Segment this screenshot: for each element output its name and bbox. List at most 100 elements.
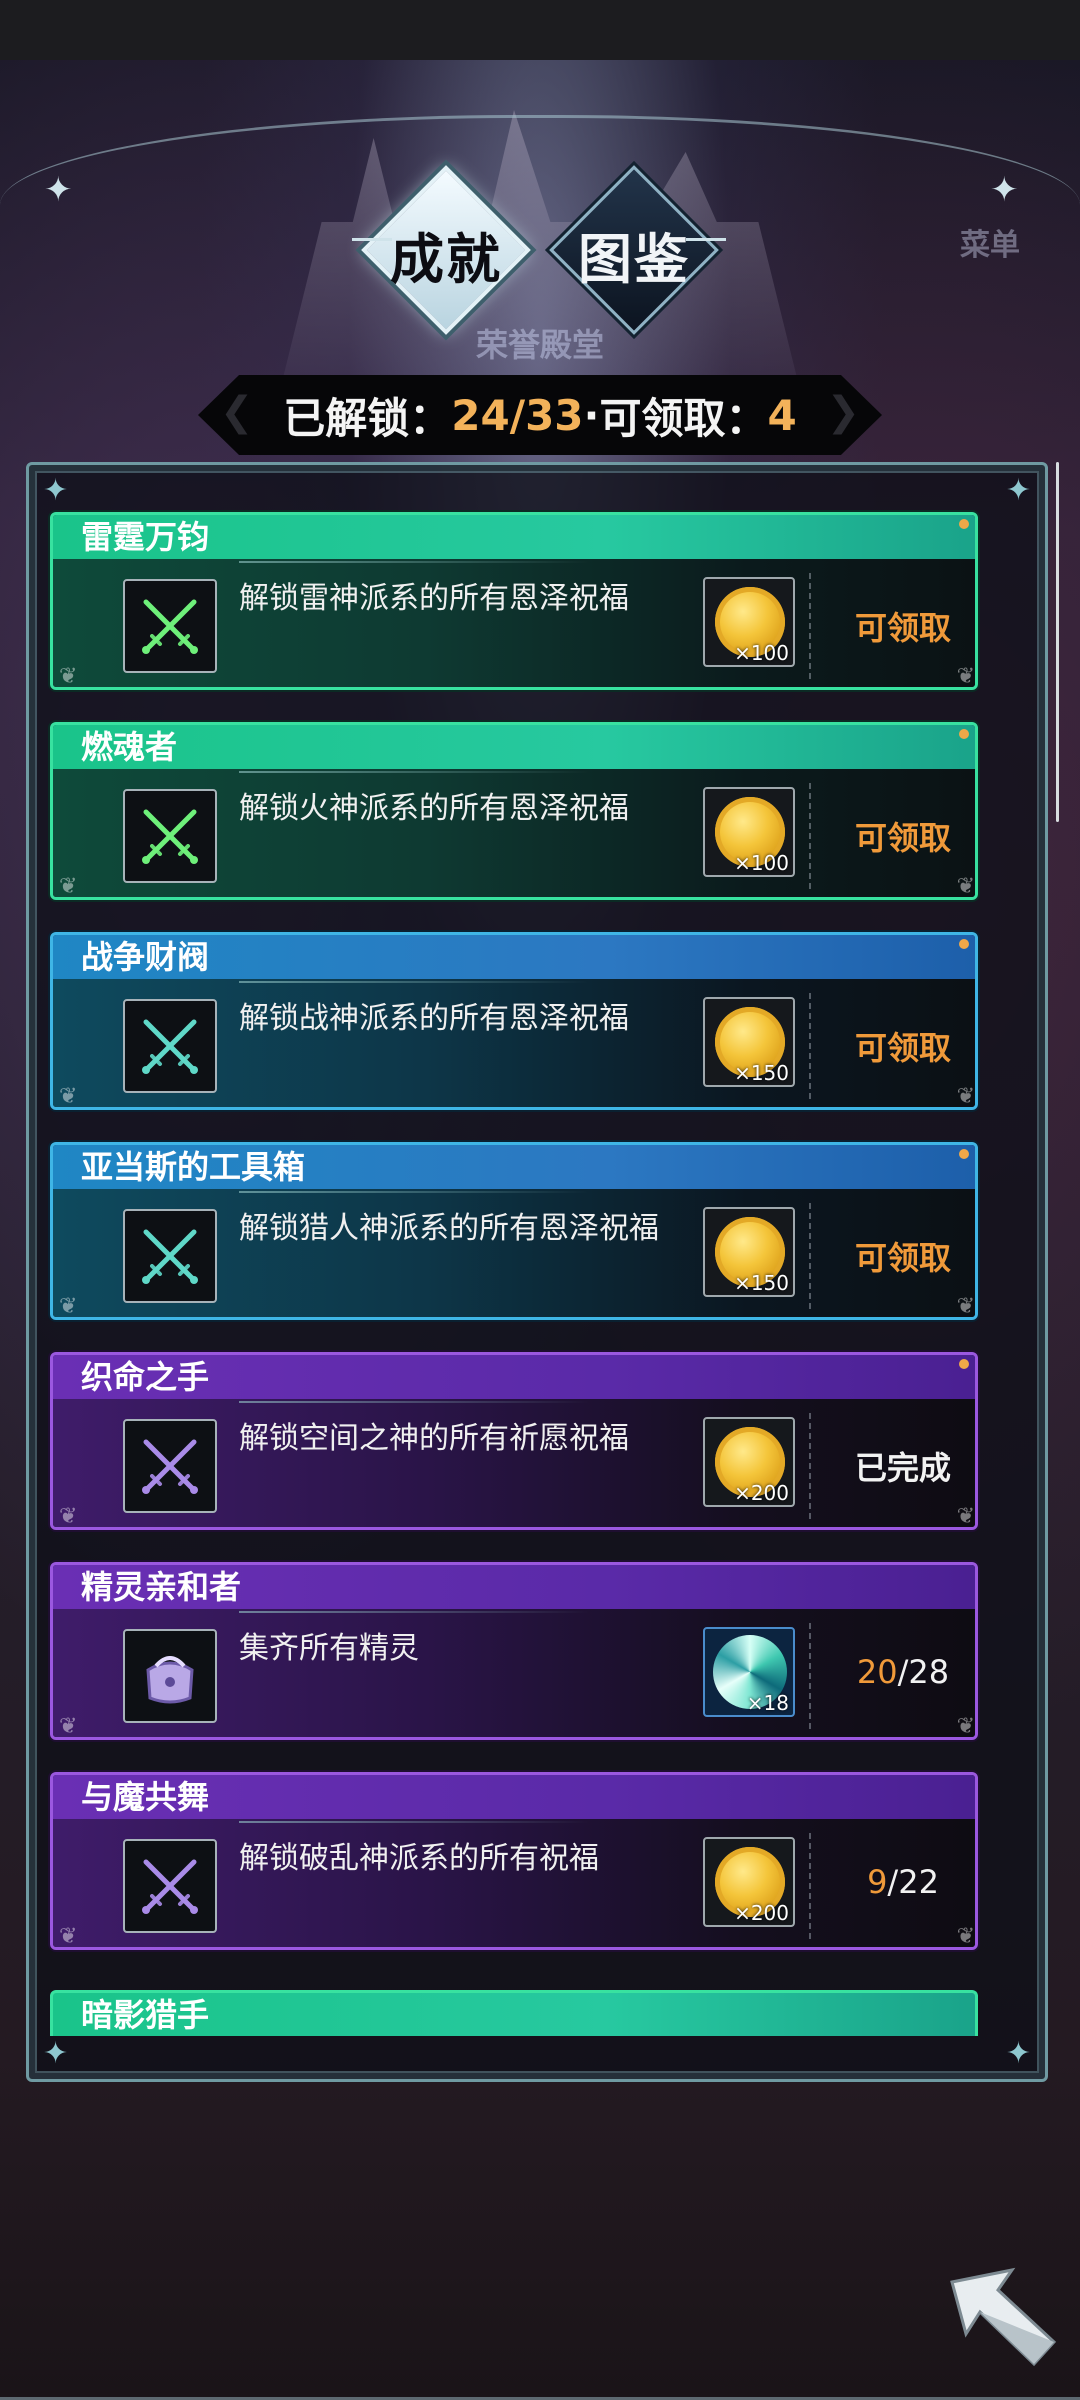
achievement-body: 集齐所有精灵 ×18 20/28 ❦ ❦ (53, 1609, 975, 1739)
achievement-description: 解锁空间之神的所有祈愿祝福 (239, 1421, 629, 1456)
tab-achievements[interactable]: 成就 (366, 215, 526, 294)
notification-dot (959, 519, 969, 529)
achievement-card[interactable]: 与魔共舞 解锁破乱神派系的所有祝福 ×200 9/22 ❦ ❦ (50, 1772, 978, 1950)
crossed-swords-icon (123, 999, 217, 1093)
achievement-body: 解锁破乱神派系的所有祝福 ×200 9/22 ❦ ❦ (53, 1819, 975, 1949)
achievement-title: 织命之手 (53, 1355, 975, 1399)
chevron-left-icon: ❮ (220, 389, 254, 435)
menu-label[interactable]: 菜单 (960, 220, 1020, 264)
card-corner-ornament-icon: ❦ (59, 664, 78, 689)
reward-item[interactable]: ×150 (703, 997, 795, 1087)
achievement-title: 战争财阀 (53, 935, 975, 979)
card-corner-ornament-icon: ❦ (59, 1714, 78, 1739)
reward-quantity: ×150 (734, 1271, 789, 1295)
achievement-title: 暗影猎手 (81, 1996, 210, 2034)
notification-dot (959, 729, 969, 739)
achievement-title: 与魔共舞 (53, 1775, 975, 1819)
achievement-card-partial[interactable]: 暗影猎手 (50, 1990, 978, 2036)
claimable-count: 4 (767, 390, 797, 440)
card-corner-ornament-icon: ❦ (59, 1924, 78, 1949)
counter-dot: · (583, 390, 600, 440)
claim-button[interactable]: 可领取 (843, 1233, 963, 1279)
ornament-star-icon: ✦ (990, 170, 1019, 210)
dashed-divider (809, 1623, 811, 1729)
reward-item[interactable]: ×200 (703, 1837, 795, 1927)
card-corner-ornament-icon: ❦ (59, 874, 78, 899)
card-corner-ornament-icon: ❦ (956, 1714, 975, 1739)
dashed-divider (809, 1833, 811, 1939)
dashed-divider (809, 573, 811, 679)
reward-item[interactable]: ×200 (703, 1417, 795, 1507)
achievement-body: 解锁战神派系的所有恩泽祝福 ×150 可领取 ❦ ❦ (53, 979, 975, 1109)
scrollbar[interactable] (1056, 462, 1059, 822)
reward-item[interactable]: ×100 (703, 787, 795, 877)
dashed-divider (809, 1413, 811, 1519)
hall-of-honor-label: 荣誉殿堂 (475, 326, 604, 364)
unlocked-count: 24 (451, 390, 510, 440)
achievement-title: 亚当斯的工具箱 (53, 1145, 975, 1189)
achievement-title: 精灵亲和者 (53, 1565, 975, 1609)
card-corner-ornament-icon: ❦ (59, 1294, 78, 1319)
unlocked-label: 已解锁： (283, 393, 452, 443)
ornament-star-icon: ✦ (44, 170, 73, 210)
desc-underline (239, 1401, 589, 1403)
progress-total: /28 (897, 1653, 950, 1691)
achievement-card[interactable]: 织命之手 解锁空间之神的所有祈愿祝福 ×200 已完成 ❦ ❦ (50, 1352, 978, 1530)
card-corner-ornament-icon: ❦ (956, 874, 975, 899)
progress-total: /22 (887, 1863, 939, 1901)
status-bar (0, 0, 1080, 60)
panel-corner-star-icon: ✦ (1005, 473, 1031, 508)
status-completed: 已完成 (854, 1449, 951, 1487)
desc-underline (239, 981, 589, 983)
reward-quantity: ×18 (746, 1691, 789, 1715)
reward-item[interactable]: ×150 (703, 1207, 795, 1297)
claim-button[interactable]: 可领取 (843, 1023, 963, 1069)
achievement-card[interactable]: 精灵亲和者 集齐所有精灵 ×18 20/28 ❦ ❦ (50, 1562, 978, 1740)
card-corner-ornament-icon: ❦ (956, 1504, 975, 1529)
achievement-card[interactable]: 亚当斯的工具箱 解锁猎人神派系的所有恩泽祝福 ×150 可领取 ❦ ❦ (50, 1142, 978, 1320)
bottom-frame-ornament (0, 2290, 1080, 2400)
back-arrow-icon[interactable] (942, 2262, 1062, 2372)
panel-corner-star-icon: ✦ (43, 2036, 69, 2071)
reward-quantity: ×150 (734, 1061, 789, 1085)
progress-current: 9 (867, 1863, 888, 1901)
tab-codex[interactable]: 图鉴 (554, 215, 714, 294)
dashed-divider (809, 1203, 811, 1309)
card-corner-ornament-icon: ❦ (956, 1084, 975, 1109)
desc-underline (239, 1611, 589, 1613)
card-corner-ornament-icon: ❦ (956, 664, 975, 689)
reward-quantity: ×100 (734, 641, 789, 665)
desc-underline (239, 771, 589, 773)
crossed-swords-icon (123, 579, 217, 673)
achievement-card[interactable]: 雷霆万钧 解锁雷神派系的所有恩泽祝福 ×100 可领取 ❦ ❦ (50, 512, 978, 690)
achievement-description: 解锁雷神派系的所有恩泽祝福 (239, 581, 629, 616)
pouch-icon (123, 1629, 217, 1723)
count-separator: / (509, 390, 526, 440)
reward-quantity: ×200 (734, 1901, 789, 1925)
achievement-description: 解锁破乱神派系的所有祝福 (239, 1841, 599, 1876)
card-corner-ornament-icon: ❦ (956, 1294, 975, 1319)
card-corner-ornament-icon: ❦ (956, 1924, 975, 1949)
notification-dot (959, 1359, 969, 1369)
achievement-body: 解锁火神派系的所有恩泽祝福 ×100 可领取 ❦ ❦ (53, 769, 975, 899)
achievement-card[interactable]: 燃魂者 解锁火神派系的所有恩泽祝福 ×100 可领取 ❦ ❦ (50, 722, 978, 900)
desc-underline (239, 1821, 589, 1823)
panel-corner-star-icon: ✦ (43, 473, 69, 508)
reward-item[interactable]: ×100 (703, 577, 795, 667)
claim-button[interactable]: 可领取 (843, 603, 963, 649)
achievement-description: 集齐所有精灵 (239, 1631, 419, 1666)
crossed-swords-icon (123, 789, 217, 883)
achievement-progress: 9/22 (843, 1863, 963, 1901)
achievement-counter-banner: ❮ 已解锁： 24 / 33 · 可领取： 4 ❯ (198, 375, 882, 455)
achievement-title: 雷霆万钧 (53, 515, 975, 559)
achievement-title: 燃魂者 (53, 725, 975, 769)
notification-dot (959, 939, 969, 949)
achievement-card[interactable]: 战争财阀 解锁战神派系的所有恩泽祝福 ×150 可领取 ❦ ❦ (50, 932, 978, 1110)
claim-button[interactable]: 可领取 (843, 813, 963, 859)
card-corner-ornament-icon: ❦ (59, 1504, 78, 1529)
desc-underline (239, 561, 589, 563)
achievement-description: 解锁猎人神派系的所有恩泽祝福 (239, 1211, 659, 1246)
reward-item[interactable]: ×18 (703, 1627, 795, 1717)
total-count: 33 (525, 390, 584, 440)
achievement-description: 解锁火神派系的所有恩泽祝福 (239, 791, 629, 826)
